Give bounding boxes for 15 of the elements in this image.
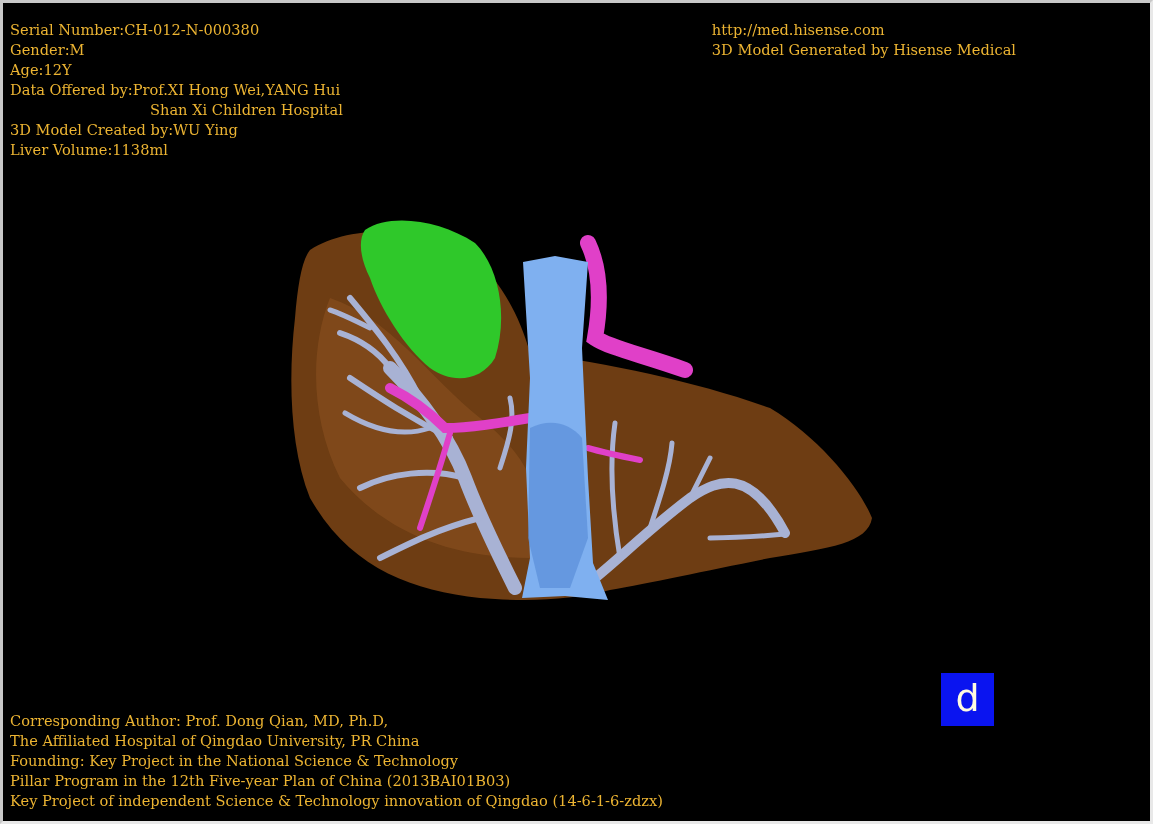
info-text: Corresponding Author: Prof. Dong Qian, MD, Ph.D, (10, 711, 389, 731)
info-text: Data Offered by:Prof.XI Hong Wei,YANG Hui (10, 80, 341, 100)
info-text: Age:12Y (10, 60, 72, 80)
info-text: Founding: Key Project in the National Science & Technology (10, 751, 459, 771)
info-text: 3D Model Generated by Hisense Medical (711, 40, 1016, 60)
info-text: Serial Number:CH-012-N-000380 (10, 20, 260, 40)
info-text: Pillar Program in the 12th Five-year Plan of China (2013BAI01B03) (10, 771, 511, 791)
view-badge: d (941, 673, 994, 726)
info-text: Key Project of independent Science & Technology innovation of Qingdao (14-6-1-6-zdzx) (10, 791, 663, 811)
info-text: Gender:M (10, 40, 85, 60)
info-text: http://med.hisense.com (711, 20, 885, 40)
info-text: Shan Xi Children Hospital (150, 100, 343, 120)
info-text: 3D Model Created by:WU Ying (10, 120, 238, 140)
info-text: The Affiliated Hospital of Qingdao University, PR China (10, 731, 420, 751)
info-text: Liver Volume:1138ml (10, 140, 168, 160)
